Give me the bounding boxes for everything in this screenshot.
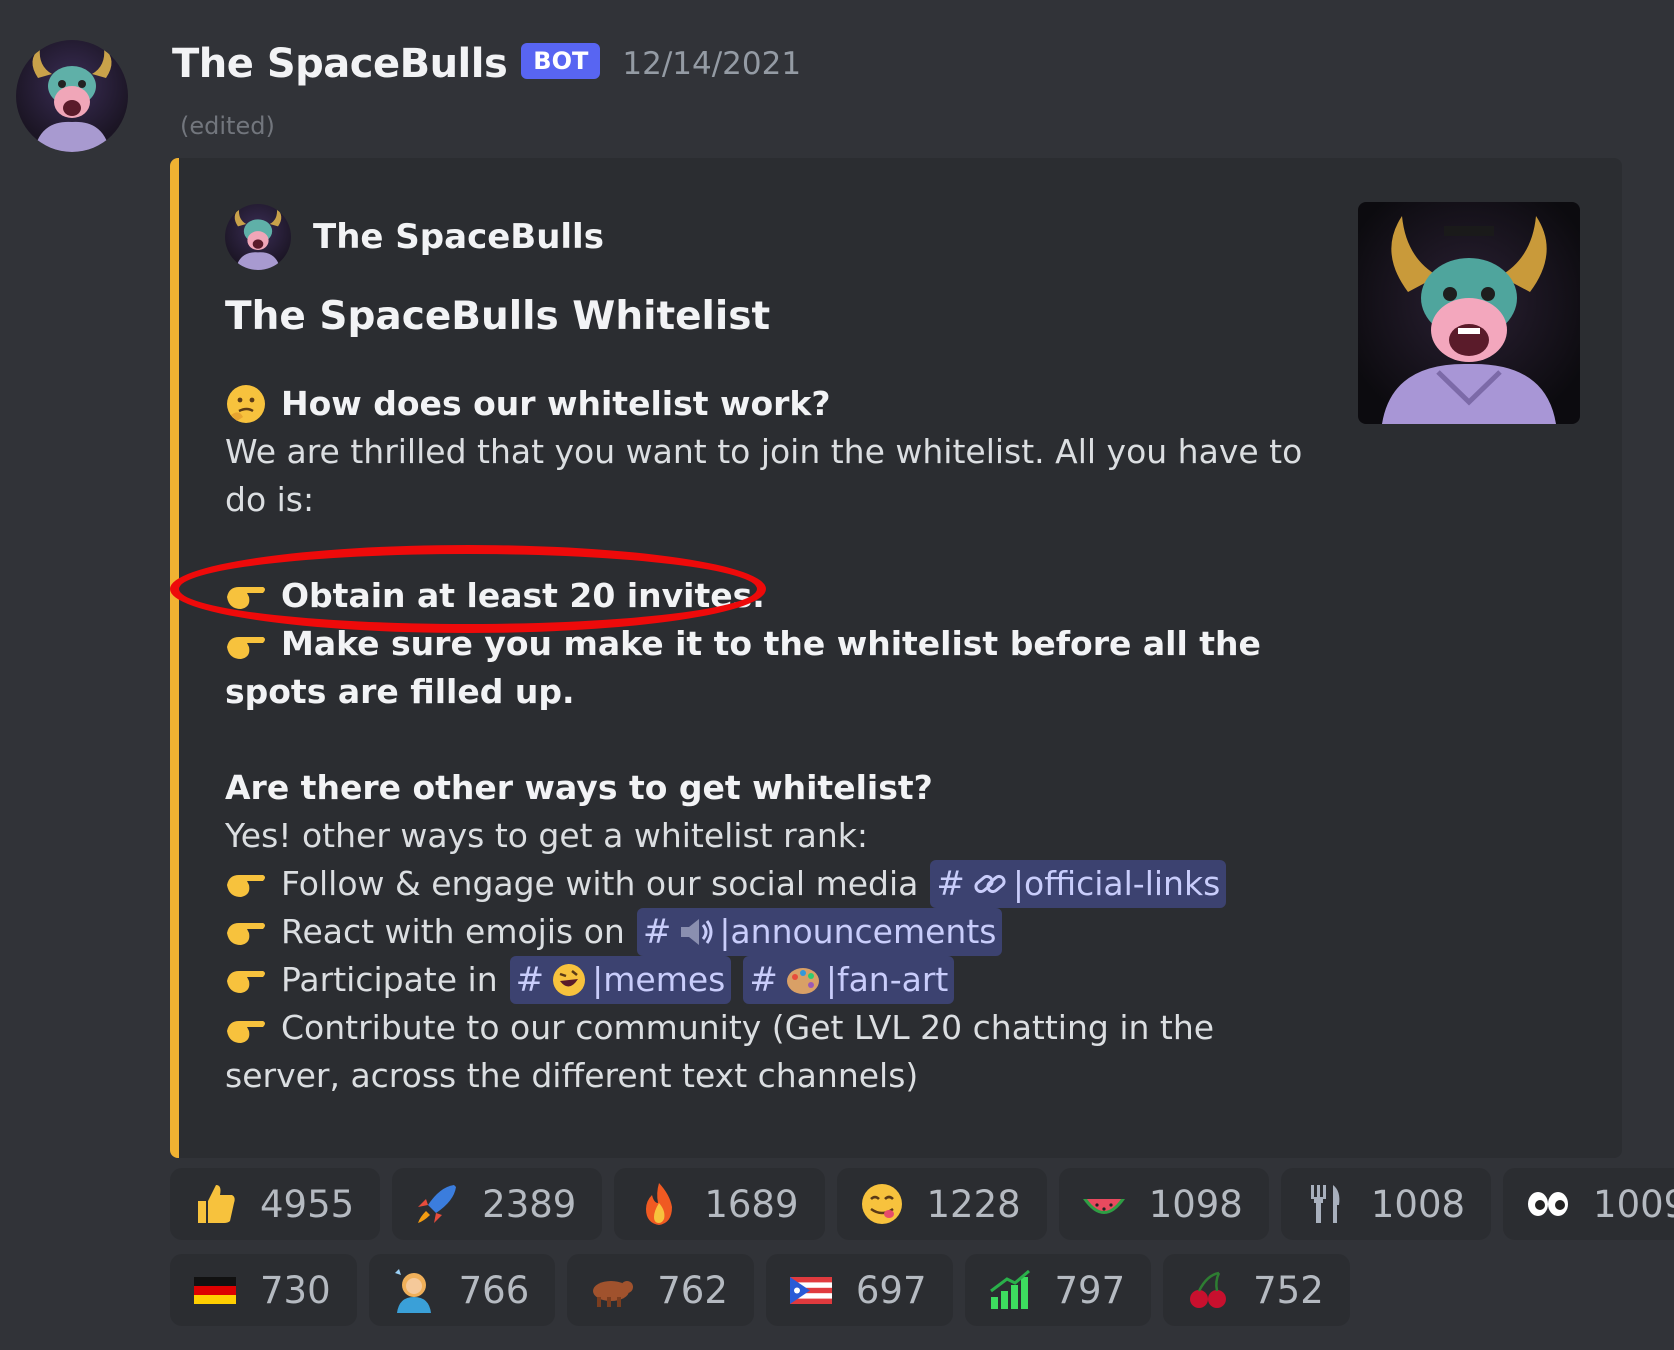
thinking-face-icon bbox=[225, 383, 267, 425]
reactions-bar: 4955 2389 1689 1228 1098 1008 100 730 76… bbox=[170, 1168, 1674, 1340]
reaction-yum[interactable]: 1228 bbox=[836, 1168, 1047, 1240]
channel-name: |announcements bbox=[719, 912, 997, 951]
step-row: Obtain at least 20 invites. bbox=[225, 572, 1325, 620]
channel-name: |memes bbox=[592, 960, 726, 999]
channel-mention-announcements[interactable]: # |announcements bbox=[636, 908, 1003, 956]
author-username[interactable]: The SpaceBulls bbox=[172, 41, 508, 87]
discord-message-frame: The SpaceBulls BOT 12/14/2021 (edited) T… bbox=[0, 0, 1674, 1350]
pointing-hand-icon bbox=[225, 959, 267, 1001]
heading-other-ways: Are there other ways to get whitelist? bbox=[225, 768, 933, 807]
reaction-count: 730 bbox=[260, 1268, 331, 1312]
reaction-count: 797 bbox=[1054, 1268, 1126, 1312]
message-timestamp[interactable]: 12/14/2021 bbox=[622, 46, 801, 82]
bot-badge: BOT bbox=[521, 43, 601, 79]
ox-icon bbox=[589, 1267, 635, 1313]
reaction-puerto-rico-flag[interactable]: 697 bbox=[765, 1254, 953, 1326]
way-row-react: React with emojis on # |announcements bbox=[225, 908, 1325, 956]
chart-up-icon bbox=[987, 1267, 1033, 1313]
reaction-thumbs-up[interactable]: 4955 bbox=[170, 1168, 381, 1240]
reaction-astronaut[interactable]: 766 bbox=[368, 1254, 556, 1326]
reaction-fire[interactable]: 1689 bbox=[614, 1168, 825, 1240]
pointing-hand-icon bbox=[225, 625, 267, 667]
channel-name: |official-links bbox=[1012, 864, 1221, 903]
reaction-row: 730 766 762 697 797 752 bbox=[170, 1254, 1674, 1326]
way-social-text: Follow & engage with our social media bbox=[281, 864, 919, 903]
thumbs-up-icon bbox=[192, 1181, 238, 1227]
palette-icon bbox=[784, 961, 822, 999]
embed-title: The SpaceBulls Whitelist bbox=[225, 294, 771, 339]
reaction-count: 762 bbox=[657, 1268, 728, 1312]
reaction-watermelon[interactable]: 1098 bbox=[1058, 1168, 1269, 1240]
embed-card: The SpaceBulls The SpaceBulls Whitelist bbox=[170, 158, 1622, 1158]
reaction-count: 766 bbox=[458, 1268, 530, 1312]
step-row: Make sure you make it to the whitelist b… bbox=[225, 620, 1325, 716]
reaction-rocket[interactable]: 2389 bbox=[392, 1168, 603, 1240]
pointing-hand-icon bbox=[225, 575, 267, 617]
watermelon-icon bbox=[1081, 1181, 1127, 1227]
fork-knife-icon bbox=[1303, 1181, 1349, 1227]
heading-how-whitelist-works: How does our whitelist work? bbox=[281, 384, 831, 423]
link-icon bbox=[971, 865, 1009, 903]
reaction-fork-knife[interactable]: 1008 bbox=[1280, 1168, 1492, 1240]
channel-mention-official-links[interactable]: # |official-links bbox=[930, 860, 1227, 908]
reaction-germany-flag[interactable]: 730 bbox=[170, 1254, 357, 1326]
channel-mention-fan-art[interactable]: # |fan-art bbox=[743, 956, 955, 1004]
message-header: The SpaceBulls BOT 12/14/2021 bbox=[172, 36, 801, 92]
hash-icon: # bbox=[515, 960, 545, 1000]
reaction-count: 2389 bbox=[482, 1182, 577, 1226]
fire-icon bbox=[636, 1181, 682, 1227]
way-row-contribute: Contribute to our community (Get LVL 20 … bbox=[225, 1004, 1325, 1100]
way-react-text: React with emojis on bbox=[281, 912, 625, 951]
way-row-participate: Participate in # |memes # |fan-art bbox=[225, 956, 1325, 1004]
way-contribute-text: Contribute to our community (Get LVL 20 … bbox=[225, 1008, 1215, 1095]
reaction-row: 4955 2389 1689 1228 1098 1008 100 bbox=[170, 1168, 1674, 1240]
reaction-count: 1098 bbox=[1148, 1182, 1243, 1226]
step-make-whitelist: Make sure you make it to the whitelist b… bbox=[225, 624, 1261, 711]
hash-icon: # bbox=[749, 960, 778, 1000]
edited-label: (edited) bbox=[180, 112, 275, 140]
way-participate-text: Participate in bbox=[281, 960, 498, 999]
pointing-hand-icon bbox=[225, 911, 267, 953]
embed-description: How does our whitelist work? We are thri… bbox=[225, 380, 1325, 1100]
pointing-hand-icon bbox=[225, 863, 267, 905]
embed-author-name: The SpaceBulls bbox=[313, 217, 604, 257]
rofl-face-icon bbox=[550, 961, 588, 999]
bull-author-icon bbox=[225, 204, 291, 270]
bull-thumbnail-icon[interactable] bbox=[1358, 202, 1580, 424]
way-row-social: Follow & engage with our social media # … bbox=[225, 860, 1325, 908]
germany-flag-icon bbox=[192, 1267, 238, 1313]
bull-avatar-icon[interactable] bbox=[16, 40, 128, 152]
cherries-icon bbox=[1185, 1267, 1231, 1313]
hash-icon: # bbox=[642, 912, 672, 952]
reaction-count: 1009 bbox=[1593, 1182, 1674, 1226]
reaction-eyes[interactable]: 1009 bbox=[1503, 1168, 1674, 1240]
reaction-ox[interactable]: 762 bbox=[567, 1254, 754, 1326]
rocket-icon bbox=[414, 1181, 460, 1227]
reaction-count: 4955 bbox=[260, 1182, 355, 1226]
channel-mention-memes[interactable]: # |memes bbox=[509, 956, 732, 1004]
yum-face-icon bbox=[859, 1181, 905, 1227]
channel-name: |fan-art bbox=[825, 960, 949, 999]
puerto-rico-flag-icon bbox=[788, 1267, 834, 1313]
step-obtain-invites: Obtain at least 20 invites. bbox=[281, 576, 765, 615]
reaction-chart-up[interactable]: 797 bbox=[964, 1254, 1152, 1326]
reaction-count: 752 bbox=[1253, 1268, 1324, 1312]
speaker-icon bbox=[677, 913, 715, 951]
reaction-count: 1228 bbox=[926, 1182, 1021, 1226]
hash-icon: # bbox=[936, 864, 965, 904]
reaction-count: 697 bbox=[855, 1268, 927, 1312]
embed-author: The SpaceBulls bbox=[225, 204, 604, 270]
reaction-cherries[interactable]: 752 bbox=[1163, 1254, 1350, 1326]
eyes-icon bbox=[1525, 1181, 1571, 1227]
pointing-hand-icon bbox=[225, 1009, 267, 1051]
astronaut-icon bbox=[391, 1267, 437, 1313]
reaction-count: 1689 bbox=[704, 1182, 799, 1226]
reaction-count: 1008 bbox=[1370, 1182, 1466, 1226]
heading-line: How does our whitelist work? bbox=[225, 380, 1325, 428]
intro-text: We are thrilled that you want to join th… bbox=[225, 432, 1303, 519]
other-ways-intro: Yes! other ways to get a whitelist rank: bbox=[225, 816, 869, 855]
